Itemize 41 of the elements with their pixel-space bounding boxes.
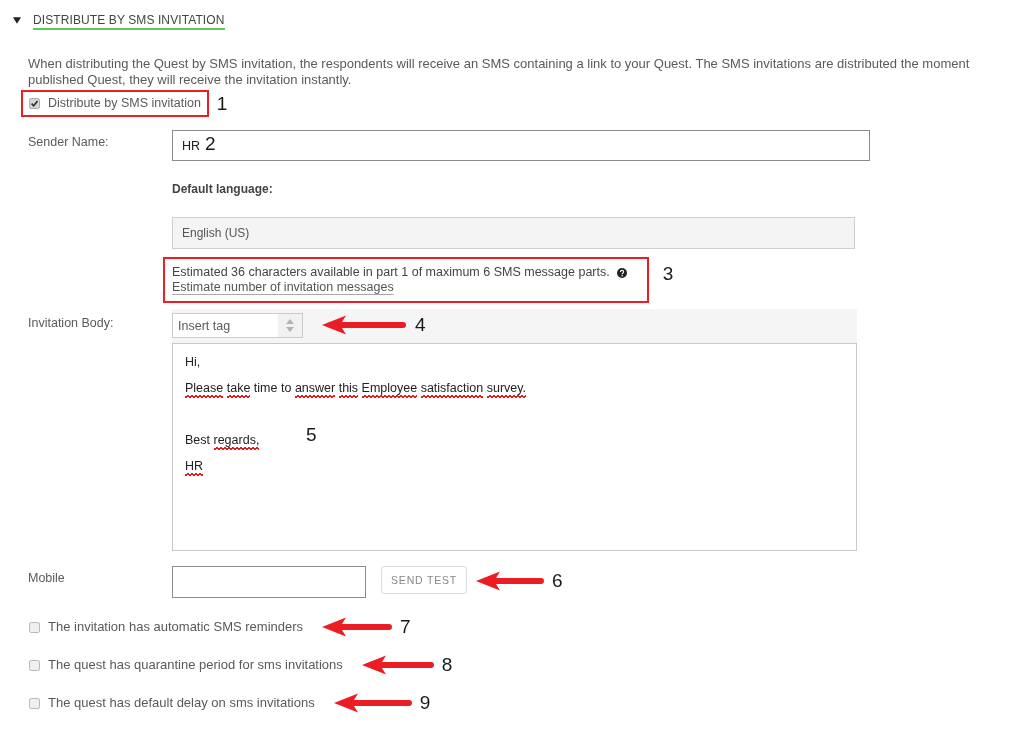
mobile-field[interactable] bbox=[172, 566, 366, 598]
checkbox[interactable] bbox=[29, 659, 40, 671]
caret-icon[interactable] bbox=[13, 17, 21, 24]
language-field: English (US) bbox=[172, 217, 855, 249]
checkbox-label[interactable]: The quest has quarantine period for sms invitations bbox=[48, 657, 343, 673]
checkbox[interactable] bbox=[29, 697, 40, 709]
checkbox-label[interactable]: The invitation has automatic SMS reminders bbox=[48, 619, 304, 635]
body-text-line: Best regards, bbox=[185, 427, 260, 453]
help-icon[interactable] bbox=[616, 267, 627, 278]
annotation-number: 6 bbox=[552, 571, 563, 591]
field-label: Sender Name: bbox=[28, 134, 110, 150]
annotation-number: 1 bbox=[216, 93, 228, 114]
field-label: Mobile bbox=[28, 570, 66, 586]
arrow-icon bbox=[476, 571, 544, 591]
body-text-line: Hi, bbox=[185, 354, 201, 371]
annotation-number: 2 bbox=[205, 134, 216, 154]
arrow-icon bbox=[322, 617, 393, 637]
invitation-body-field[interactable]: Hi, Please take time to answer this Employee satisfaction survey. Best regards, HR 5 bbox=[172, 343, 857, 551]
annotation-number: 4 bbox=[415, 315, 426, 335]
body-text-line: Please take time to answer this Employee satisfaction survey. bbox=[185, 375, 527, 401]
estimate-text: Estimated 36 characters available in part 1 of maximum 6 SMS message parts. bbox=[172, 265, 610, 280]
arrow-icon bbox=[361, 655, 434, 675]
annotation-number: 9 bbox=[419, 693, 431, 713]
up-down-arrows-icon bbox=[278, 314, 302, 337]
estimate-link[interactable]: Estimate number of invitation messages bbox=[172, 280, 394, 295]
annotation-number: 5 bbox=[306, 425, 317, 445]
checkbox[interactable] bbox=[29, 621, 40, 633]
arrow-icon bbox=[322, 315, 406, 335]
checkbox-label[interactable]: The quest has default delay on sms invitations bbox=[48, 695, 315, 711]
description-text: When distributing the Quest by SMS invitation, the respondents will receive an SMS containing a link to your Quest. The SMS invitations are distributed the moment published Quest, they will receive the invitation instantly. bbox=[28, 56, 971, 88]
arrow-icon bbox=[333, 693, 412, 713]
annotation-number: 7 bbox=[400, 617, 411, 637]
insert-tag-select[interactable]: Insert tag bbox=[172, 313, 303, 338]
field-label: Invitation Body: bbox=[28, 315, 115, 331]
annotation-number: 8 bbox=[441, 655, 453, 675]
section-title[interactable]: DISTRIBUTE BY SMS INVITATION bbox=[33, 13, 225, 30]
send-test-button[interactable]: SEND TEST bbox=[381, 566, 467, 594]
checkbox-label[interactable]: Distribute by SMS invitation bbox=[48, 96, 201, 111]
checkbox[interactable] bbox=[29, 98, 40, 109]
field-label: Default language: bbox=[172, 181, 273, 197]
annotation-number: 3 bbox=[662, 264, 674, 284]
